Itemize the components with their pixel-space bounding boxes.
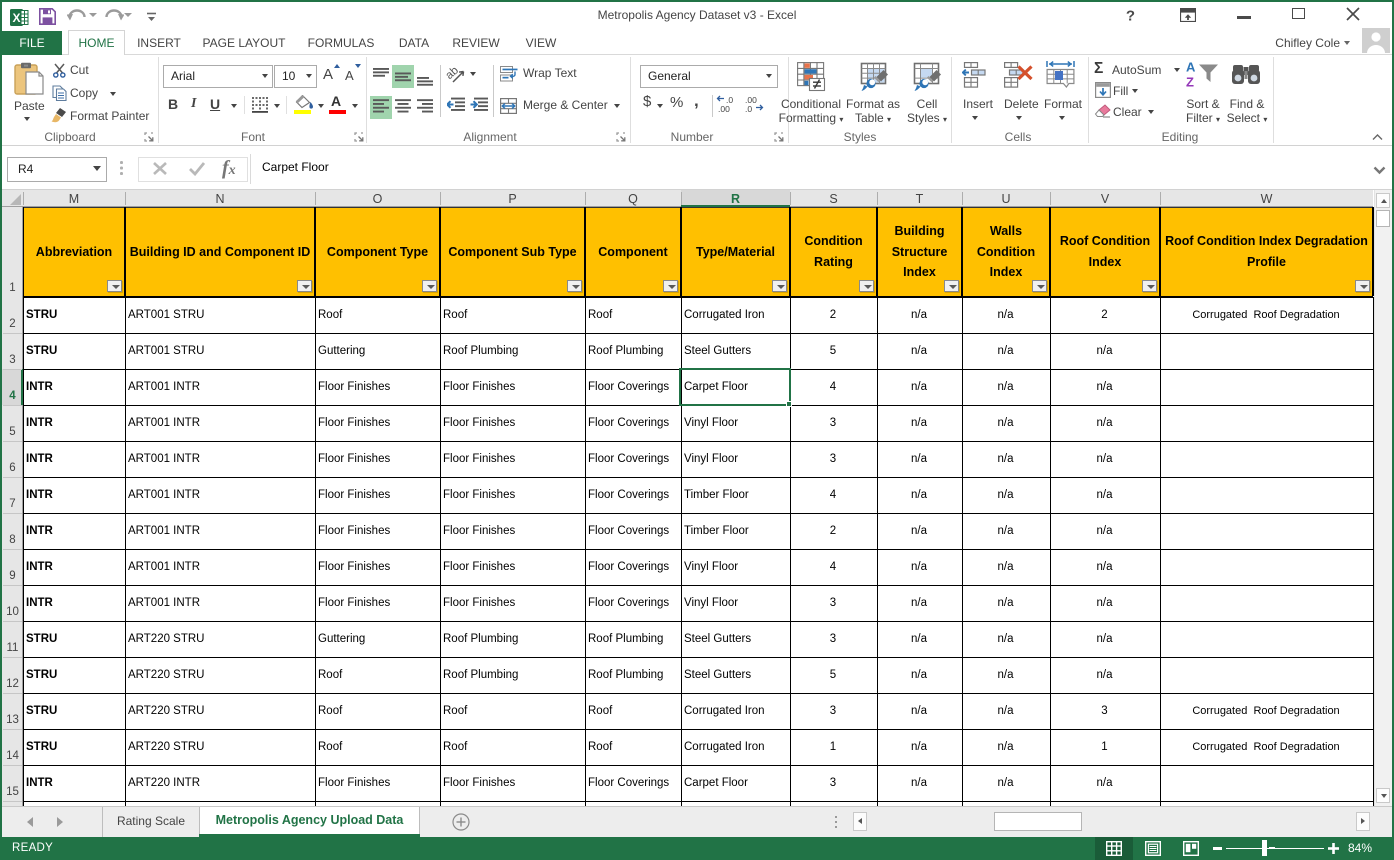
svg-text:.00: .00 [718,104,730,113]
svg-text:?: ? [1126,8,1135,24]
svg-text:.0: .0 [745,104,752,113]
svg-text:Z: Z [1186,75,1194,90]
svg-text:A: A [1186,60,1196,75]
svg-text:ab: ab [446,64,461,81]
svg-text:X: X [12,11,20,25]
